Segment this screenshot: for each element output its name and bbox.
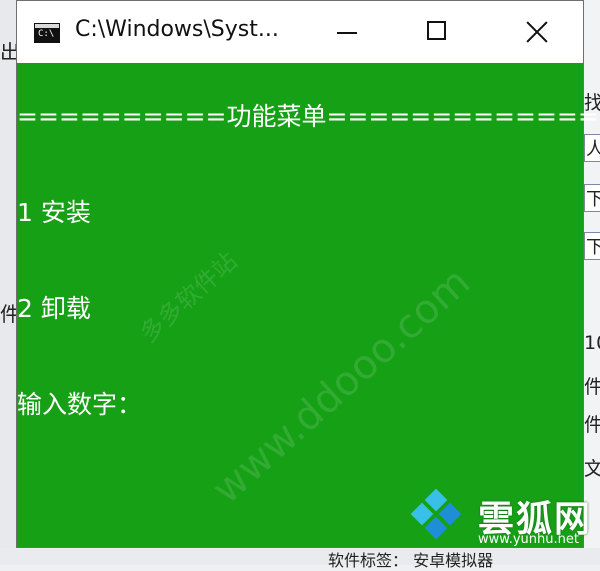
background-field: 人 xyxy=(584,134,600,162)
site-logo-url: www.yunhu.net xyxy=(478,532,579,547)
menu-header: ==========功能菜单============= xyxy=(17,102,599,131)
maximize-button[interactable] xyxy=(403,1,473,63)
window-title: C:\Windows\Syst... xyxy=(75,17,279,42)
minimize-icon xyxy=(337,32,357,34)
close-button[interactable] xyxy=(501,1,571,63)
menu-option-install: 1 安装 xyxy=(17,198,91,227)
watermark-url: www.ddooo.com xyxy=(203,258,479,514)
watermark-text: 多多软件站 xyxy=(134,246,243,348)
background-field: 下 xyxy=(584,184,600,212)
background-label: 软件标签： 安卓模拟器 xyxy=(328,551,494,570)
background-text: 10 xyxy=(584,332,600,354)
background-field: 下 xyxy=(584,232,600,260)
maximize-icon xyxy=(427,21,446,40)
background-text: 件 xyxy=(584,376,600,398)
background-text: 文 xyxy=(584,458,600,480)
title-bar[interactable]: C:\ C:\Windows\Syst... xyxy=(17,1,583,63)
background-window-bottom xyxy=(0,548,600,565)
console-icon: C:\ xyxy=(34,23,60,43)
menu-option-uninstall: 2 卸载 xyxy=(17,294,91,323)
background-window-left xyxy=(0,0,16,565)
background-text: 件 xyxy=(584,414,600,436)
input-prompt: 输入数字： xyxy=(17,390,143,419)
minimize-button[interactable] xyxy=(313,1,383,63)
console-output[interactable]: 多多软件站 www.ddooo.com ==========功能菜单======… xyxy=(17,63,599,547)
console-window[interactable]: C:\ C:\Windows\Syst... 多多软件站 www.ddooo.c… xyxy=(16,0,599,548)
